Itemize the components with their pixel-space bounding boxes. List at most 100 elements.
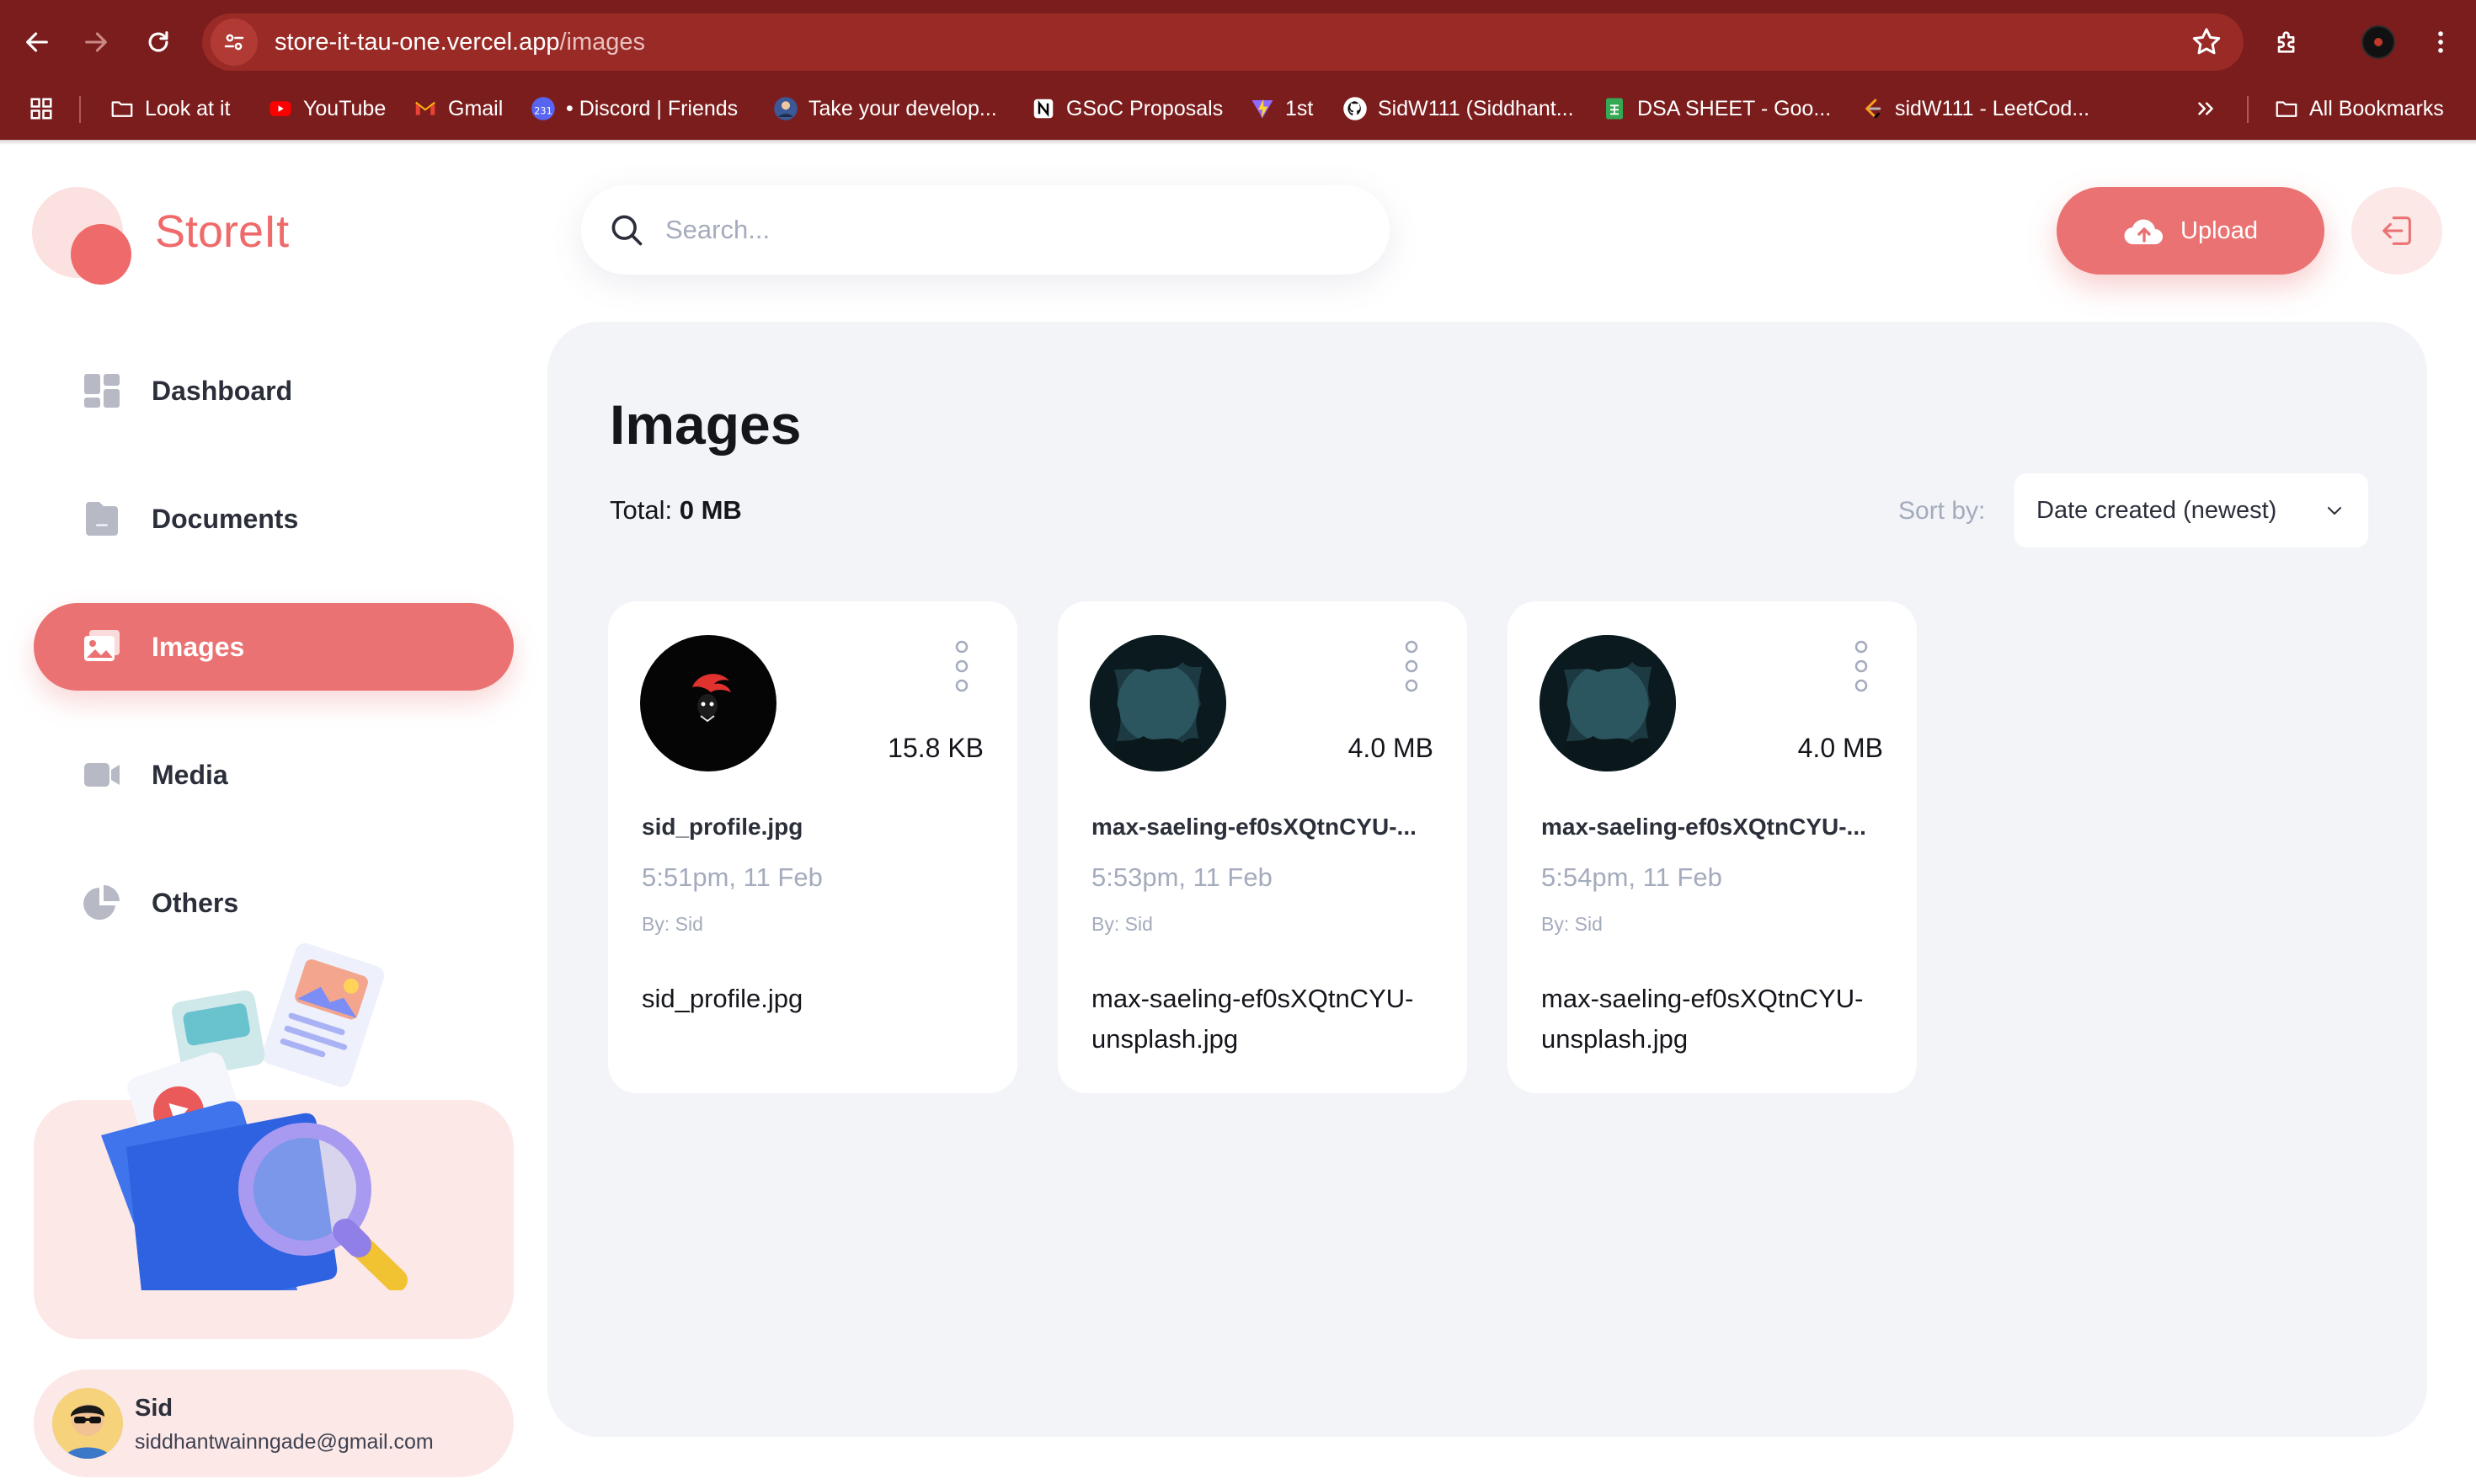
total-prefix: Total: <box>610 495 673 525</box>
total-value: 0 MB <box>679 495 742 525</box>
user-email: siddhantwainngade@gmail.com <box>135 1430 434 1454</box>
bookmark-star-icon[interactable] <box>2190 25 2223 59</box>
folder-icon <box>111 101 133 117</box>
tune-icon <box>224 34 244 51</box>
file-thumbnail[interactable] <box>1539 635 1676 771</box>
file-owner: By: Sid <box>1541 913 1603 935</box>
file-owner: By: Sid <box>1091 913 1153 935</box>
file-full-name: max-saeling-ef0sXQtnCYU-unsplash.jpg <box>1091 984 1414 1054</box>
file-full-name: max-saeling-ef0sXQtnCYU-unsplash.jpg <box>1541 984 1864 1054</box>
bookmark-gmail[interactable]: Gmail <box>413 84 503 133</box>
bookmark-label: Take your develop... <box>808 96 997 120</box>
sheets-icon <box>1606 98 1623 120</box>
bookmark-gsoc-proposals[interactable]: GSoC Proposals <box>1031 84 1223 133</box>
chevron-down-icon <box>2328 507 2341 515</box>
all-bookmarks-button[interactable]: All Bookmarks <box>2274 84 2444 133</box>
folder-icon <box>2276 101 2297 117</box>
bookmark-github[interactable]: SidW111 (Siddhant... <box>1342 84 1574 133</box>
github-icon <box>1343 97 1367 120</box>
youtube-icon <box>269 101 291 116</box>
chrome-shadow <box>0 140 2476 145</box>
apps-grid-icon <box>30 98 52 120</box>
more-options-icon[interactable] <box>1844 638 1878 694</box>
bookmarks-bar: Look at it YouTube Gmail 231 • Discord |… <box>0 84 2476 140</box>
url-path: /images <box>559 28 646 56</box>
gmail-icon <box>415 101 435 115</box>
cloud-upload-icon <box>2124 219 2164 245</box>
sidebar-item-label: Documents <box>152 503 299 534</box>
bookmark-look-at-it[interactable]: Look at it <box>109 84 230 133</box>
sidebar-item-others[interactable]: Others <box>34 859 514 947</box>
sidebar-item-media[interactable]: Media <box>34 731 514 819</box>
file-date: 5:54pm, 11 Feb <box>1541 862 1722 892</box>
back-button[interactable] <box>13 19 61 66</box>
upload-button[interactable]: Upload <box>2057 187 2324 275</box>
bookmark-leetcode[interactable]: sidW111 - LeetCod... <box>1860 84 2089 133</box>
more-bookmarks-button[interactable] <box>2193 84 2218 133</box>
search-bar[interactable] <box>581 185 1390 275</box>
sidebar-item-label: Dashboard <box>152 375 293 406</box>
app-name[interactable]: StoreIt <box>155 206 289 258</box>
notion-icon <box>1033 99 1054 119</box>
more-options-icon[interactable] <box>1395 638 1428 694</box>
search-input[interactable] <box>665 215 1356 245</box>
app-logo[interactable] <box>32 187 141 286</box>
site-info-button[interactable] <box>211 19 258 66</box>
file-thumbnail[interactable] <box>1090 635 1226 771</box>
reload-button[interactable] <box>135 19 182 66</box>
file-card[interactable]: 4.0 MB max-saeling-ef0sXQtnCYU-... 5:53p… <box>1058 601 1467 1093</box>
sidebar-item-label: Others <box>152 887 239 918</box>
more-options-icon[interactable] <box>945 638 979 694</box>
more-vertical-icon <box>2438 31 2443 53</box>
arrow-right-icon <box>85 32 107 52</box>
page-title: Images <box>610 393 802 456</box>
file-date: 5:53pm, 11 Feb <box>1091 862 1273 892</box>
file-full-name: sid_profile.jpg <box>642 984 803 1013</box>
file-thumbnail[interactable] <box>640 635 776 771</box>
sidebar-item-label: Images <box>152 631 245 662</box>
apps-button[interactable] <box>29 84 54 133</box>
file-card[interactable]: 4.0 MB max-saeling-ef0sXQtnCYU-... 5:54p… <box>1507 601 1917 1093</box>
bookmark-label: GSoC Proposals <box>1066 96 1224 120</box>
profile-button[interactable] <box>2355 19 2402 66</box>
avatar <box>52 1388 123 1459</box>
extensions-button[interactable] <box>2264 19 2311 66</box>
svg-text:231: 231 <box>534 105 552 116</box>
bookmark-dsa-sheet[interactable]: DSA SHEET - Goo... <box>1602 84 1831 133</box>
browser-toolbar: store-it-tau-one.vercel.app/images <box>0 0 2476 84</box>
sort-value: Date created (newest) <box>2036 496 2277 524</box>
file-owner: By: Sid <box>642 913 703 935</box>
user-card[interactable]: Sid siddhantwainngade@gmail.com <box>34 1369 514 1477</box>
logout-button[interactable] <box>2351 187 2442 275</box>
bookmark-take-your-develop[interactable]: Take your develop... <box>773 84 997 133</box>
all-bookmarks-label: All Bookmarks <box>2309 96 2444 120</box>
bookmark-youtube[interactable]: YouTube <box>268 84 386 133</box>
user-name: Sid <box>135 1395 173 1422</box>
sidebar-item-dashboard[interactable]: Dashboard <box>34 347 514 435</box>
bookmark-label: DSA SHEET - Goo... <box>1637 96 1832 120</box>
bookmark-label: SidW111 (Siddhant... <box>1378 96 1574 120</box>
url-text: store-it-tau-one.vercel.app/images <box>275 29 645 56</box>
sort-label: Sort by: <box>1898 497 1986 525</box>
upload-label: Upload <box>2180 216 2258 244</box>
bookmark-discord[interactable]: 231 • Discord | Friends <box>531 84 738 133</box>
bookmarks-divider <box>2247 96 2249 123</box>
file-size: 4.0 MB <box>1797 733 1883 763</box>
file-card[interactable]: 15.8 KB sid_profile.jpg 5:51pm, 11 Feb B… <box>608 601 1017 1093</box>
bookmarks-divider <box>79 96 81 123</box>
bookmark-label: Look at it <box>145 96 231 120</box>
total-size: Total: 0 MB <box>610 495 742 526</box>
address-bar[interactable]: store-it-tau-one.vercel.app/images <box>202 13 2244 71</box>
media-icon <box>84 763 120 787</box>
bookmark-label: • Discord | Friends <box>566 96 739 120</box>
documents-icon <box>86 502 118 536</box>
menu-button[interactable] <box>2417 19 2464 66</box>
bookmark-1st[interactable]: 1st <box>1250 84 1313 133</box>
sidebar-item-images[interactable]: Images <box>34 603 514 691</box>
sort-dropdown[interactable]: Date created (newest) <box>2014 473 2368 547</box>
search-icon <box>611 215 643 246</box>
forward-button[interactable] <box>72 19 120 66</box>
sidebar-item-documents[interactable]: Documents <box>34 475 514 563</box>
discord-icon: 231 <box>531 97 555 120</box>
sidebar-item-label: Media <box>152 759 228 790</box>
